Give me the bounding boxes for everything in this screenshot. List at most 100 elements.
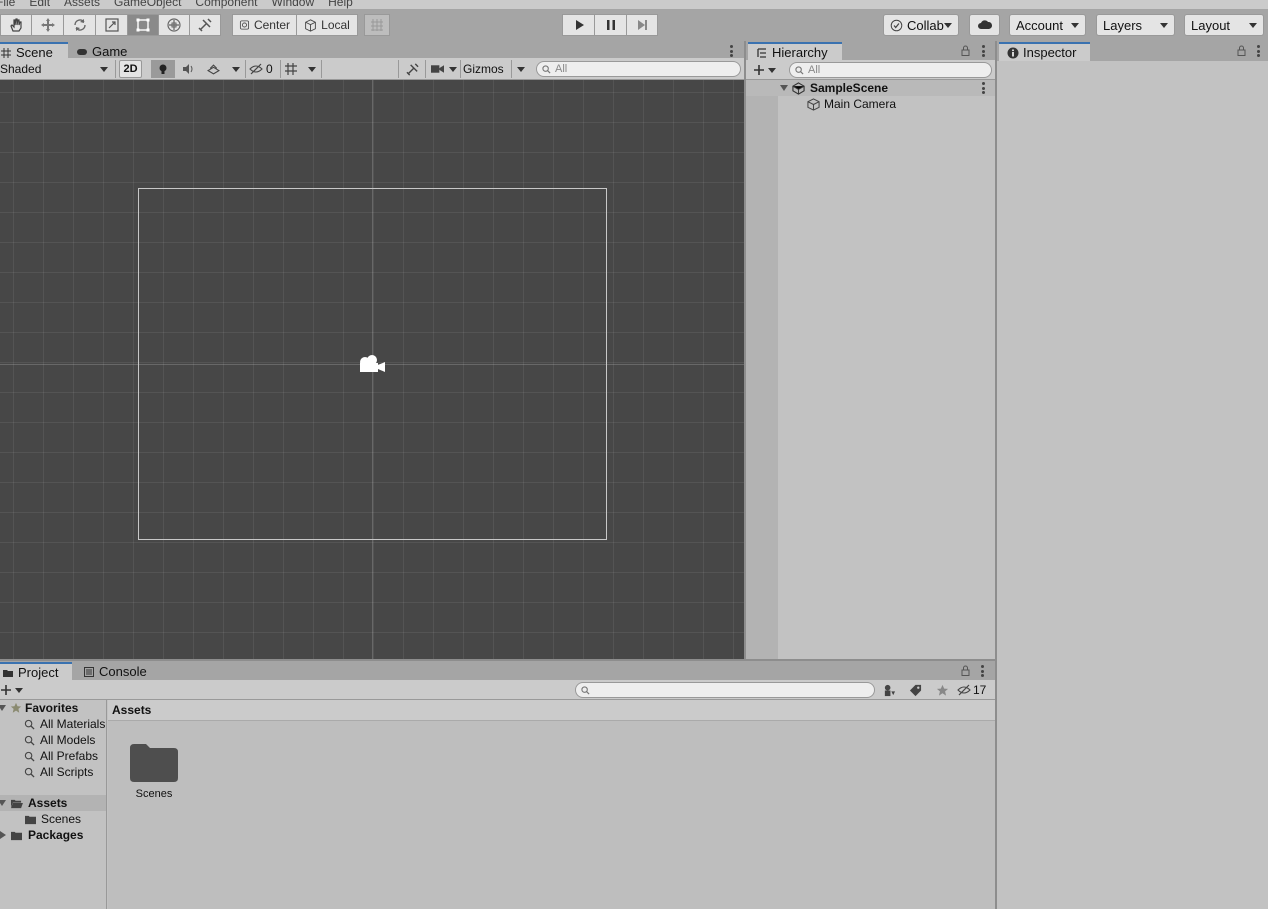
menu-assets[interactable]: Assets <box>64 0 100 9</box>
tree-favorites[interactable]: Favorites <box>0 700 106 716</box>
tab-game-label: Game <box>92 44 128 59</box>
pivot-mode-button[interactable]: Center <box>232 14 296 36</box>
scene-view-toolbar: Shaded 2D 0 Gizmos All <box>0 58 744 80</box>
menu-component[interactable]: Component <box>195 0 257 9</box>
lock-icon[interactable] <box>1237 45 1246 56</box>
plus-icon <box>1 685 11 695</box>
foldout-expanded-icon[interactable] <box>0 800 6 806</box>
tree-favorite-item[interactable]: All Prefabs <box>0 748 106 764</box>
menu-file[interactable]: File <box>0 0 15 9</box>
separator <box>321 60 322 78</box>
tab-project[interactable]: Project <box>0 662 72 681</box>
caret-down-icon <box>768 67 776 73</box>
play-button[interactable] <box>562 14 594 36</box>
menu-window[interactable]: Window <box>271 0 314 9</box>
folder-icon <box>3 669 13 677</box>
separator <box>398 60 399 78</box>
custom-tool-button[interactable] <box>189 14 221 36</box>
tree-assets[interactable]: Assets <box>0 795 106 811</box>
search-by-label-button[interactable] <box>905 682 925 698</box>
scene-viewport[interactable] <box>0 80 744 659</box>
account-dropdown[interactable]: Account <box>1009 14 1086 36</box>
assets-label: Assets <box>28 796 68 810</box>
tab-console-label: Console <box>99 664 147 679</box>
effects-dropdown[interactable] <box>230 60 242 78</box>
camera-gizmo-icon[interactable] <box>357 353 389 375</box>
tab-hierarchy[interactable]: Hierarchy <box>748 42 842 61</box>
gizmos-dropdown[interactable] <box>514 60 528 78</box>
menu-help[interactable]: Help <box>328 0 353 9</box>
asset-folder-item[interactable]: Scenes <box>128 742 180 800</box>
pause-button[interactable] <box>594 14 626 36</box>
tree-packages[interactable]: Packages <box>0 827 106 843</box>
component-tools-button[interactable] <box>403 60 421 78</box>
breadcrumb-assets[interactable]: Assets <box>112 703 151 717</box>
tree-folder-item[interactable]: Scenes <box>0 811 106 827</box>
cloud-button[interactable] <box>969 14 1000 36</box>
camera-settings-dropdown[interactable] <box>447 60 459 78</box>
caret-down-icon <box>944 23 952 28</box>
effects-toggle[interactable] <box>203 60 223 78</box>
layout-dropdown[interactable]: Layout <box>1184 14 1264 36</box>
tree-favorite-item[interactable]: All Scripts <box>0 764 106 780</box>
rect-tool-button[interactable] <box>127 14 158 36</box>
rotate-tool-button[interactable] <box>63 14 95 36</box>
project-create-button[interactable] <box>0 681 26 699</box>
grid-dropdown[interactable] <box>305 60 319 78</box>
scale-tool-button[interactable] <box>95 14 127 36</box>
shading-mode-dropdown[interactable]: Shaded <box>0 60 112 78</box>
grid-snap-button[interactable] <box>364 14 390 36</box>
step-button[interactable] <box>626 14 658 36</box>
hierarchy-search-placeholder: All <box>808 64 821 76</box>
foldout-collapsed-icon[interactable] <box>0 831 6 839</box>
camera-settings-button[interactable] <box>430 60 444 78</box>
hidden-packages-toggle[interactable]: 17 <box>957 682 993 698</box>
grid-toggle[interactable] <box>283 60 299 78</box>
lock-icon[interactable] <box>961 45 970 56</box>
inspector-panel-menu[interactable] <box>1256 45 1260 57</box>
hierarchy-object-row[interactable]: Main Camera <box>746 96 995 112</box>
hidden-objects-toggle[interactable]: 0 <box>249 60 277 78</box>
menu-gameobject[interactable]: GameObject <box>114 0 181 9</box>
project-panel-menu[interactable] <box>980 665 984 677</box>
hierarchy-scene-row[interactable]: SampleScene <box>746 80 995 96</box>
tab-hierarchy-label: Hierarchy <box>772 45 828 60</box>
project-search-input[interactable] <box>575 682 875 698</box>
layers-dropdown[interactable]: Layers <box>1096 14 1175 36</box>
hierarchy-search-input[interactable]: All <box>789 62 992 78</box>
audio-toggle[interactable] <box>178 60 198 78</box>
transform-tool-button[interactable] <box>158 14 189 36</box>
favorite-label: All Prefabs <box>40 749 99 763</box>
scene-panel-menu[interactable] <box>729 45 733 57</box>
menu-edit[interactable]: Edit <box>29 0 50 9</box>
scene-row-menu[interactable] <box>981 82 985 94</box>
tree-favorite-item[interactable]: All Models <box>0 732 106 748</box>
lighting-toggle[interactable] <box>151 60 175 78</box>
tab-inspector[interactable]: Inspector <box>999 42 1090 61</box>
pivot-rotation-button[interactable]: Local <box>296 14 358 36</box>
tab-console[interactable]: Console <box>75 662 155 681</box>
hierarchy-panel-menu[interactable] <box>981 45 985 57</box>
gizmos-toggle[interactable]: Gizmos <box>463 60 511 78</box>
project-toolbar: 17 <box>0 680 995 700</box>
folder-label: Scenes <box>41 812 82 826</box>
foldout-expanded-icon[interactable] <box>780 85 788 91</box>
2d-mode-toggle[interactable]: 2D <box>119 60 142 78</box>
collab-dropdown[interactable]: Collab <box>883 14 959 36</box>
move-tool-button[interactable] <box>31 14 63 36</box>
favorites-filter-button[interactable] <box>932 682 952 698</box>
tree-favorite-item[interactable]: All Materials <box>0 716 106 732</box>
scene-search-input[interactable]: All <box>536 61 741 77</box>
caret-down-icon <box>1160 23 1168 28</box>
step-icon <box>638 20 647 30</box>
scene-panel: Scene Game Shaded 2D 0 Gizmos All <box>0 41 744 659</box>
caret-down-icon <box>517 66 525 72</box>
search-icon <box>24 767 35 778</box>
caret-down-icon <box>232 66 240 72</box>
console-icon <box>84 666 94 677</box>
lock-icon[interactable] <box>961 665 970 676</box>
hand-tool-button[interactable] <box>0 14 31 36</box>
hierarchy-create-button[interactable] <box>753 61 779 79</box>
search-by-type-button[interactable] <box>879 682 899 698</box>
foldout-expanded-icon[interactable] <box>0 705 6 711</box>
